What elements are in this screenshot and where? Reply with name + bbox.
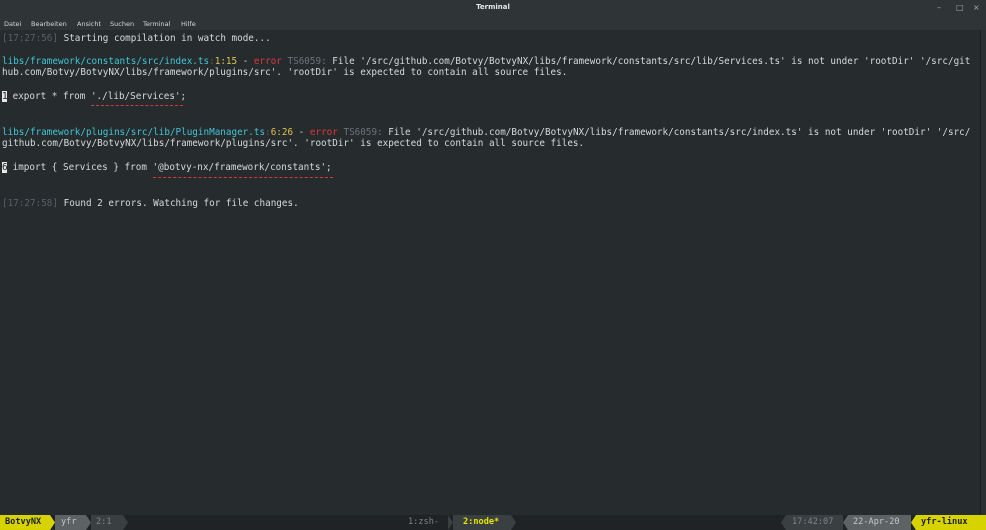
error-line-2: libs/framework/plugins/src/lib/PluginMan…: [2, 127, 971, 138]
close-icon[interactable]: ×: [973, 3, 980, 13]
log-line-final: [17:27:58] Found 2 errors. Watching for …: [2, 198, 299, 209]
error-underline-2: [153, 177, 333, 178]
window-title: Terminal: [476, 3, 510, 11]
error-message: File '/src/github.com/Botvy/BotvyNX/libs…: [326, 56, 971, 67]
tmux-time: 17:42:07: [786, 515, 843, 530]
menu-bearbeiten[interactable]: Bearbeiten: [31, 20, 67, 28]
tmux-hostname: yfr-linux: [916, 515, 986, 530]
powerline-arrow-icon: [123, 515, 128, 530]
error-underline-1: [91, 105, 183, 106]
menu-bar: Datei Bearbeiten Ansicht Suchen Terminal…: [0, 18, 986, 30]
tmux-pane: 2:1: [91, 515, 123, 530]
timestamp: 17:27:56: [7, 33, 53, 44]
source-code: export * from './lib/Services';: [7, 91, 187, 102]
minimize-icon[interactable]: –: [937, 3, 941, 13]
tmux-window-1[interactable]: 1:zsh-: [408, 515, 439, 530]
file-path: libs/framework/constants/src/index.ts: [2, 56, 210, 67]
title-bar: Terminal – □ ×: [0, 0, 986, 18]
tmux-window-2[interactable]: 2:node*: [453, 515, 511, 530]
source-line-2: 6 import { Services } from '@botvy-nx/fr…: [2, 162, 332, 173]
log-text: Starting compilation in watch mode...: [58, 33, 271, 44]
timestamp: 17:27:58: [7, 198, 53, 209]
maximize-icon[interactable]: □: [956, 3, 964, 13]
error-line-1: libs/framework/constants/src/index.ts:1:…: [2, 56, 971, 67]
error-label: error: [309, 127, 338, 138]
tmux-user: yfr: [55, 515, 86, 530]
log-text: Found 2 errors. Watching for file change…: [58, 198, 299, 209]
file-position: 6:26: [270, 127, 294, 138]
separator: -: [293, 127, 310, 138]
tmux-status-bar: BotvyNX yfr 2:1 1:zsh- 2:node* 17:42:07 …: [0, 515, 986, 530]
menu-suchen[interactable]: Suchen: [110, 20, 134, 28]
terminal-scrollbar[interactable]: [980, 30, 986, 515]
source-code: import { Services } from '@botvy-nx/fram…: [7, 162, 332, 173]
file-position: 1:15: [214, 56, 238, 67]
error-code: TS6059:: [337, 127, 383, 138]
error-message: File '/src/github.com/Botvy/BotvyNX/libs…: [382, 127, 971, 138]
error-line-1-cont: hub.com/Botvy/BotvyNX/libs/framework/plu…: [2, 67, 568, 78]
error-code: TS6059:: [281, 56, 327, 67]
terminal-output[interactable]: [0, 30, 980, 515]
separator: -: [237, 56, 254, 67]
tmux-date: 22-Apr-20: [848, 515, 911, 530]
menu-terminal[interactable]: Terminal: [143, 20, 170, 28]
powerline-arrow-icon: [511, 515, 516, 530]
menu-ansicht[interactable]: Ansicht: [77, 20, 101, 28]
tmux-session: BotvyNX: [0, 515, 50, 530]
file-path: libs/framework/plugins/src/lib/PluginMan…: [2, 127, 266, 138]
error-line-2-cont: github.com/Botvy/BotvyNX/libs/framework/…: [2, 138, 585, 149]
source-line-1: 1 export * from './lib/Services';: [2, 91, 186, 102]
menu-datei[interactable]: Datei: [4, 20, 21, 28]
error-label: error: [253, 56, 282, 67]
menu-hilfe[interactable]: Hilfe: [181, 20, 196, 28]
log-line-start: [17:27:56] Starting compilation in watch…: [2, 33, 271, 44]
